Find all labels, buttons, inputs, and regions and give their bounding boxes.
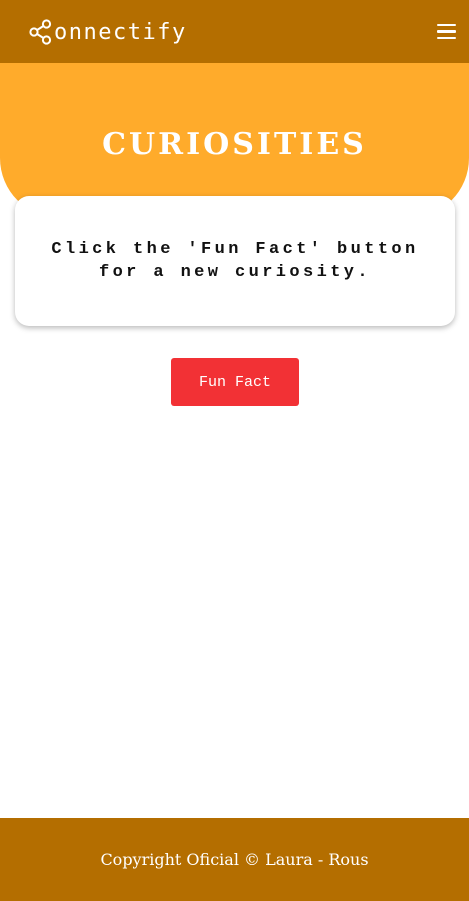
footer: Copyright Oficial © Laura - Rous (0, 818, 469, 901)
page-title: CURIOSITIES (102, 127, 367, 162)
hero-banner: CURIOSITIES (0, 63, 469, 218)
fact-text: Click the 'Fun Fact' button for a new cu… (51, 240, 419, 282)
page: onnectify CURIOSITIES Click the 'Fun Fac… (0, 0, 469, 901)
menu-bar (437, 30, 456, 33)
menu-bar (437, 36, 456, 40)
share-icon (29, 18, 53, 45)
brand-logo[interactable]: onnectify (29, 18, 187, 45)
fact-card: Click the 'Fun Fact' button for a new cu… (15, 196, 455, 326)
navbar: onnectify (0, 0, 469, 63)
copyright-text: Copyright Oficial © Laura - Rous (100, 850, 369, 869)
hamburger-menu-icon[interactable] (437, 22, 459, 42)
brand-name: onnectify (54, 19, 187, 45)
fun-fact-button[interactable]: Fun Fact (171, 358, 299, 406)
menu-bar (437, 23, 456, 27)
